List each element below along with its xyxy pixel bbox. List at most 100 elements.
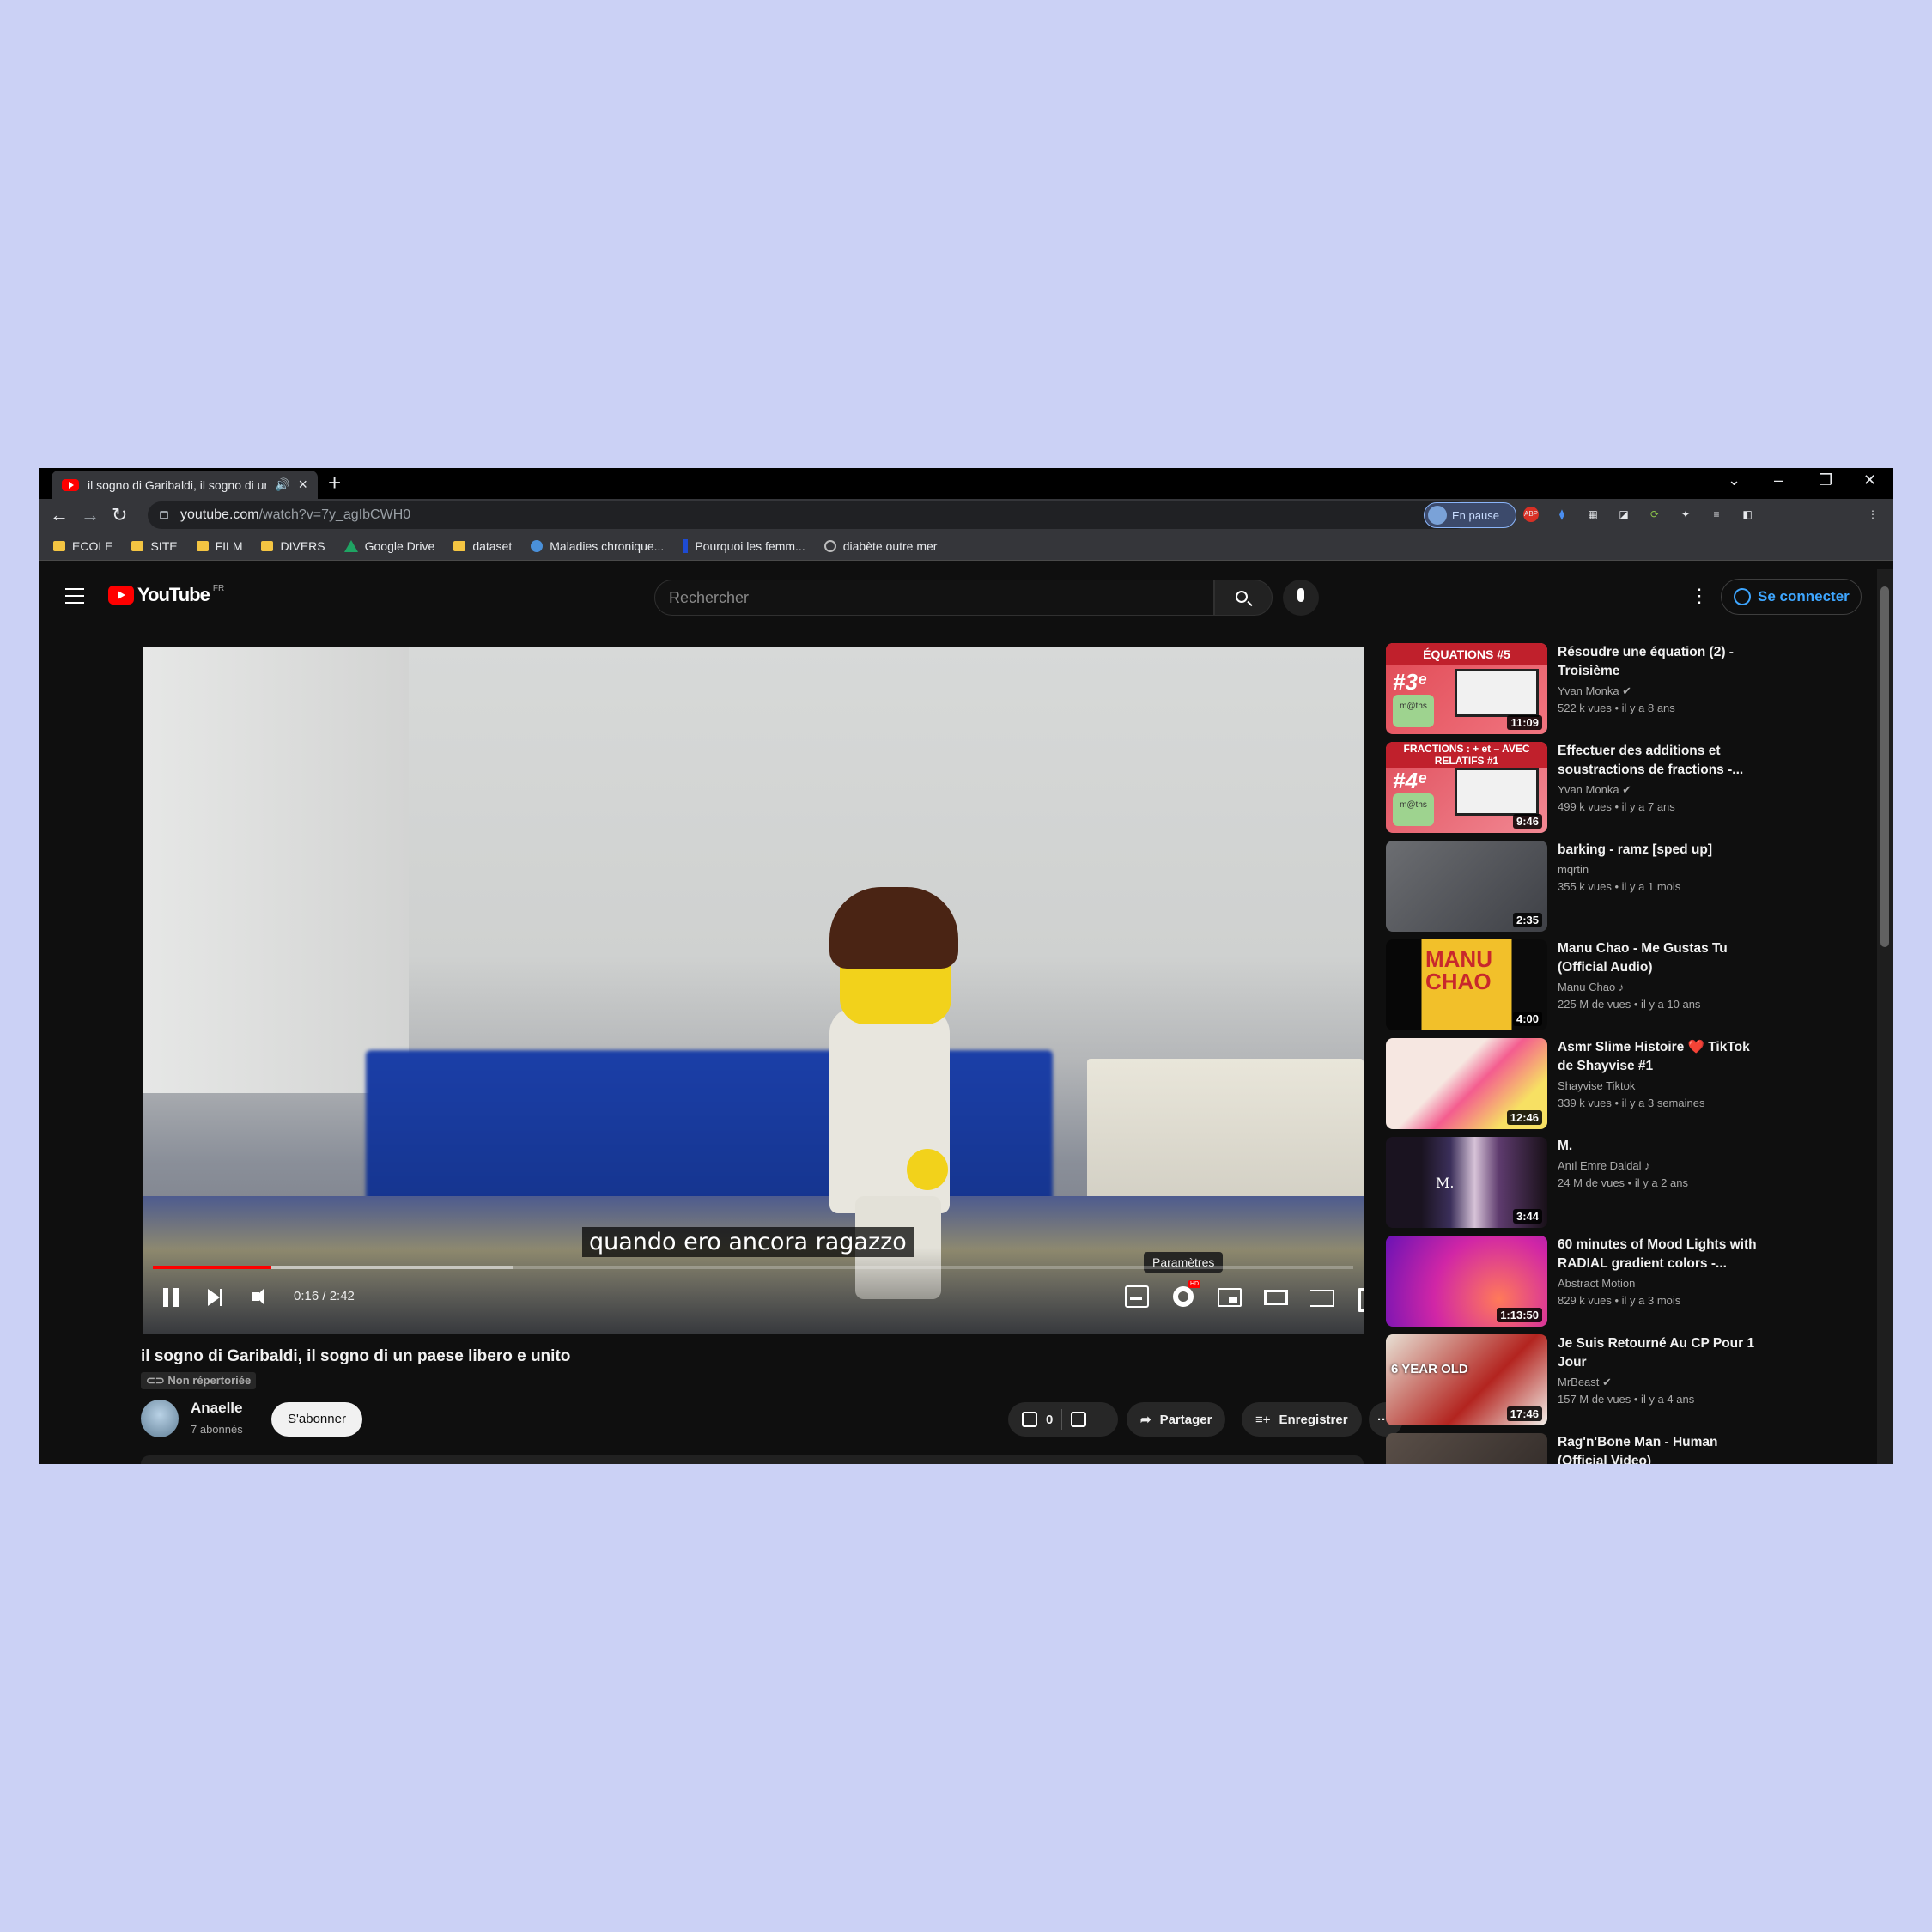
share-button[interactable]: ➦ Partager — [1127, 1402, 1226, 1437]
recommendation-channel[interactable]: Shayvise Tiktok — [1558, 1079, 1635, 1092]
duration-badge: 1:13:50 — [1497, 1308, 1542, 1322]
country-code: FR — [212, 583, 225, 593]
tab-search-icon[interactable]: ⌄ — [1728, 471, 1741, 489]
recommendation-title[interactable]: M. — [1558, 1137, 1764, 1156]
captions-icon[interactable] — [1125, 1285, 1149, 1308]
bookmark-item[interactable]: dataset — [453, 539, 512, 553]
video-thumbnail[interactable]: FRACTIONS : + et – AVEC RELATIFS #1 #4ᵉ … — [1386, 742, 1547, 833]
recommendation-channel[interactable]: Manu Chao ♪ — [1558, 981, 1624, 993]
video-thumbnail[interactable]: MANU CHAO 4:00 — [1386, 939, 1547, 1030]
tab-close-icon[interactable]: × — [298, 476, 307, 494]
profile-button[interactable]: En pause — [1424, 502, 1516, 528]
recommendation-item[interactable]: ÉQUATIONS #5 #3ᵉ m@ths 11:09 Résoudre un… — [1386, 643, 1867, 736]
recommendation-item[interactable]: 12:46 Asmr Slime Histoire ❤️ TikTok de S… — [1386, 1038, 1867, 1131]
channel-avatar[interactable] — [141, 1400, 179, 1437]
video-thumbnail[interactable]: 6 YEAR OLD 17:46 — [1386, 1334, 1547, 1425]
recommendation-title[interactable]: barking - ramz [sped up] — [1558, 841, 1764, 860]
address-bar[interactable]: youtube.com/watch?v=7y_agIbCWH0 — [148, 501, 1470, 529]
subscriber-count: 7 abonnés — [191, 1423, 243, 1436]
video-thumbnail[interactable]: ÉQUATIONS #5 #3ᵉ m@ths 11:09 — [1386, 643, 1547, 734]
recommendation-title[interactable]: Manu Chao - Me Gustas Tu (Official Audio… — [1558, 939, 1764, 977]
page-scrollbar[interactable] — [1877, 569, 1893, 1464]
channel-name[interactable]: Anaelle — [191, 1400, 242, 1417]
video-player[interactable]: quando ero ancora ragazzo Paramètres 0:1… — [143, 647, 1364, 1334]
recommendation-channel[interactable]: mqrtin — [1558, 863, 1589, 876]
video-thumbnail[interactable]: M. 3:44 — [1386, 1137, 1547, 1228]
puzzle-extensions-icon[interactable]: ✦ — [1678, 507, 1693, 522]
recommendation-item[interactable]: M. 3:44 M. Anıl Emre Daldal ♪ 24 M de vu… — [1386, 1137, 1867, 1230]
extension-icon[interactable]: ⧫ — [1554, 507, 1570, 522]
video-thumbnail[interactable]: 12:46 — [1386, 1038, 1547, 1129]
subscribe-button[interactable]: S'abonner — [271, 1402, 362, 1437]
bookmark-item[interactable]: diabète outre mer — [823, 539, 937, 553]
voice-search-icon[interactable] — [1283, 580, 1319, 616]
progress-bar[interactable] — [153, 1266, 1353, 1269]
new-tab-button[interactable]: + — [328, 470, 341, 496]
recommendation-title[interactable]: Résoudre une équation (2) - Troisième — [1558, 643, 1764, 681]
bookmark-item[interactable]: FILM — [196, 539, 242, 553]
recommendation-channel[interactable]: Yvan Monka ✔ — [1558, 783, 1631, 797]
back-icon[interactable]: ← — [50, 504, 69, 526]
recommendation-item[interactable]: 2:35 barking - ramz [sped up] mqrtin 355… — [1386, 841, 1867, 933]
pause-icon[interactable] — [163, 1288, 179, 1307]
recommendation-title[interactable]: 60 minutes of Mood Lights with RADIAL gr… — [1558, 1236, 1764, 1273]
verified-icon: ✔ — [1622, 783, 1632, 796]
youtube-logo[interactable]: YouTube FR — [108, 584, 224, 606]
cast-icon[interactable] — [1310, 1290, 1334, 1307]
recommendation-title[interactable]: Asmr Slime Histoire ❤️ TikTok de Shayvis… — [1558, 1038, 1764, 1076]
media-control-icon[interactable]: ≡ — [1709, 507, 1724, 522]
like-icon[interactable] — [1022, 1412, 1037, 1427]
bookmark-item[interactable]: Pourquoi les femm... — [683, 538, 805, 553]
settings-gear-icon[interactable] — [1173, 1286, 1194, 1307]
recommendation-item[interactable]: Rag'n'Bone Man - Human (Official Video) — [1386, 1433, 1867, 1464]
dislike-icon[interactable] — [1071, 1412, 1087, 1427]
recommendation-item[interactable]: FRACTIONS : + et – AVEC RELATIFS #1 #4ᵉ … — [1386, 742, 1867, 835]
sync-extension-icon[interactable]: ⟳ — [1647, 507, 1662, 522]
like-dislike-group: 0 — [1008, 1402, 1118, 1437]
adblock-extension-icon[interactable]: ABP — [1523, 507, 1539, 522]
lock-icon[interactable] — [160, 511, 168, 519]
video-thumbnail[interactable]: 2:35 — [1386, 841, 1547, 932]
search-input[interactable]: Rechercher — [654, 580, 1214, 616]
fullscreen-icon[interactable] — [1358, 1288, 1364, 1310]
recommendation-title[interactable]: Je Suis Retourné Au CP Pour 1 Jour — [1558, 1334, 1764, 1372]
restore-button[interactable]: ❐ — [1819, 471, 1832, 489]
recommendation-item[interactable]: 6 YEAR OLD 17:46 Je Suis Retourné Au CP … — [1386, 1334, 1867, 1427]
recommendation-title[interactable]: Rag'n'Bone Man - Human (Official Video) — [1558, 1433, 1764, 1464]
minimize-button[interactable]: – — [1774, 471, 1783, 489]
close-window-button[interactable]: ✕ — [1863, 471, 1876, 489]
recommendation-channel[interactable]: Anıl Emre Daldal ♪ — [1558, 1159, 1650, 1172]
miniplayer-icon[interactable] — [1218, 1288, 1242, 1307]
volume-icon[interactable] — [252, 1288, 264, 1305]
bookmark-item[interactable]: SITE — [131, 539, 178, 553]
next-icon[interactable] — [208, 1289, 222, 1306]
recommendation-item[interactable]: MANU CHAO 4:00 Manu Chao - Me Gustas Tu … — [1386, 939, 1867, 1032]
forward-icon[interactable]: → — [81, 504, 100, 526]
recommendation-item[interactable]: 1:13:50 60 minutes of Mood Lights with R… — [1386, 1236, 1867, 1328]
recommendation-title[interactable]: Effectuer des additions et soustractions… — [1558, 742, 1764, 780]
bookmark-item[interactable]: Google Drive — [343, 539, 434, 553]
theater-mode-icon[interactable] — [1264, 1290, 1288, 1305]
settings-menu-icon[interactable]: ⋮ — [1690, 585, 1709, 607]
qr-extension-icon[interactable]: ▦ — [1585, 507, 1601, 522]
video-thumbnail[interactable] — [1386, 1433, 1547, 1464]
note-extension-icon[interactable]: ◪ — [1616, 507, 1631, 522]
caption-text: quando ero ancora ragazzo — [582, 1227, 914, 1257]
side-panel-icon[interactable]: ◧ — [1740, 507, 1755, 522]
sign-in-button[interactable]: Se connecter — [1721, 579, 1862, 615]
menu-icon[interactable] — [65, 588, 84, 604]
search-button[interactable] — [1214, 580, 1273, 616]
bookmark-item[interactable]: ECOLE — [53, 539, 112, 553]
recommendation-channel[interactable]: Abstract Motion — [1558, 1277, 1635, 1290]
scrollbar-thumb[interactable] — [1880, 586, 1889, 947]
save-button[interactable]: ≡+ Enregistrer — [1242, 1402, 1362, 1437]
browser-menu-icon[interactable]: ⋮ — [1865, 507, 1880, 522]
browser-tab[interactable]: il sogno di Garibaldi, il sogno di un pa… — [52, 471, 318, 499]
bookmark-item[interactable]: DIVERS — [261, 539, 325, 553]
video-thumbnail[interactable]: 1:13:50 — [1386, 1236, 1547, 1327]
recommendation-channel[interactable]: MrBeast ✔ — [1558, 1376, 1612, 1389]
reload-icon[interactable]: ↻ — [112, 504, 127, 526]
tab-audio-icon[interactable]: 🔊 — [275, 477, 289, 492]
bookmark-item[interactable]: Maladies chronique... — [531, 539, 664, 553]
recommendation-channel[interactable]: Yvan Monka ✔ — [1558, 684, 1631, 698]
